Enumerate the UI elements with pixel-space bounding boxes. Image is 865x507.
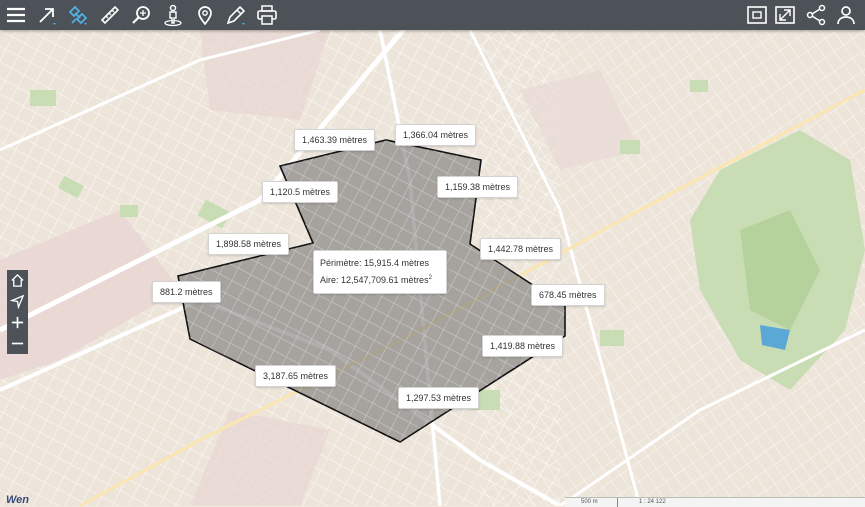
draw-tool-icon — [226, 5, 246, 25]
zoom-out-button[interactable] — [7, 333, 28, 354]
home-icon — [11, 273, 24, 287]
navigate-button[interactable] — [34, 2, 60, 28]
fullscreen-icon — [775, 6, 795, 24]
segment-label: 881.2 mètres — [152, 281, 221, 303]
map-navigation-controls — [7, 270, 28, 354]
menu-icon — [7, 7, 25, 23]
segment-label: 1,159.38 mètres — [437, 176, 519, 198]
area-text: Aire: 12,547,709.61 mètres2 — [320, 275, 432, 285]
street-view-button[interactable] — [160, 2, 186, 28]
location-pin-icon — [198, 6, 212, 26]
segment-label: 1,297.53 mètres — [398, 387, 480, 409]
measure-ruler-icon — [100, 5, 120, 25]
zoom-search-icon — [132, 6, 150, 24]
zoom-in-icon — [11, 316, 24, 329]
watermark-logo: Wen — [6, 494, 30, 506]
user-button[interactable] — [833, 2, 859, 28]
segment-label: 1,120.5 mètres — [262, 181, 339, 203]
window-button[interactable] — [744, 2, 770, 28]
satellite-button[interactable] — [65, 2, 91, 28]
measure-button[interactable] — [97, 2, 123, 28]
segment-label: 1,898.58 mètres — [208, 233, 290, 255]
locate-me-icon — [10, 294, 25, 309]
home-button[interactable] — [7, 270, 28, 291]
measurement-summary: Périmètre: 15,915.4 mètres Aire: 12,547,… — [313, 250, 447, 294]
fullscreen-button[interactable] — [772, 2, 798, 28]
top-toolbar — [0, 0, 865, 30]
scale-ratio: 1 : 24 122 — [639, 499, 666, 505]
map-canvas[interactable]: 1,463.39 mètres 1,366.04 mètres 1,120.5 … — [0, 30, 865, 506]
segment-label: 1,419.88 mètres — [482, 335, 564, 357]
satellite-icon — [68, 5, 88, 25]
menu-button[interactable] — [3, 2, 29, 28]
locate-me-button[interactable] — [7, 291, 28, 312]
zoom-search-button[interactable] — [128, 2, 154, 28]
segment-label: 1,442.78 mètres — [480, 238, 562, 260]
scale-distance: 500 m — [581, 499, 598, 505]
draw-tool-button[interactable] — [223, 2, 249, 28]
location-pin-button[interactable] — [192, 2, 218, 28]
segment-label: 678.45 mètres — [531, 284, 605, 306]
segment-label: 1,366.04 mètres — [395, 124, 477, 146]
navigate-arrow-icon — [39, 8, 56, 25]
segment-label: 3,187.65 mètres — [255, 365, 337, 387]
zoom-in-button[interactable] — [7, 312, 28, 333]
window-icon — [747, 6, 767, 24]
perimeter-text: Périmètre: 15,915.4 mètres — [320, 258, 430, 268]
zoom-out-icon — [11, 342, 24, 345]
user-icon — [837, 6, 855, 25]
street-view-person-icon — [164, 4, 182, 27]
share-icon — [806, 4, 826, 26]
share-button[interactable] — [803, 2, 829, 28]
print-icon — [257, 5, 277, 25]
print-button[interactable] — [254, 2, 280, 28]
segment-label: 1,463.39 mètres — [294, 129, 376, 151]
